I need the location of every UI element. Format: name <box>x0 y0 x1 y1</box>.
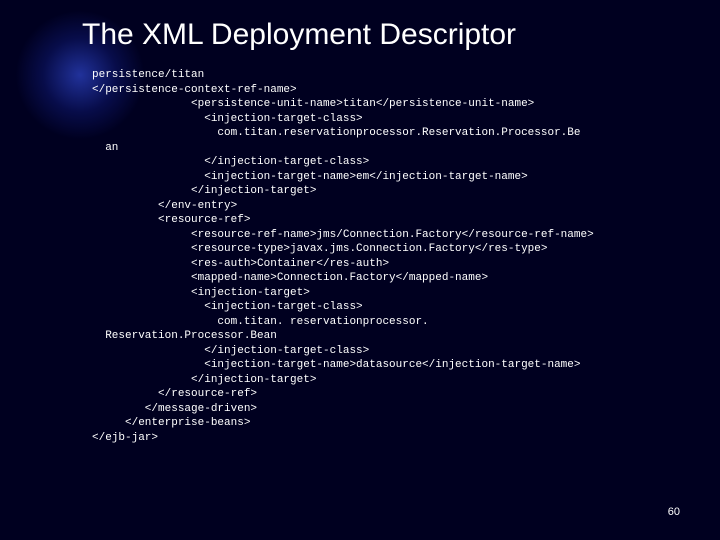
page-number: 60 <box>668 506 680 518</box>
xml-code-block: persistence/titan </persistence-context-… <box>92 68 692 445</box>
slide-title: The XML Deployment Descriptor <box>82 18 516 52</box>
